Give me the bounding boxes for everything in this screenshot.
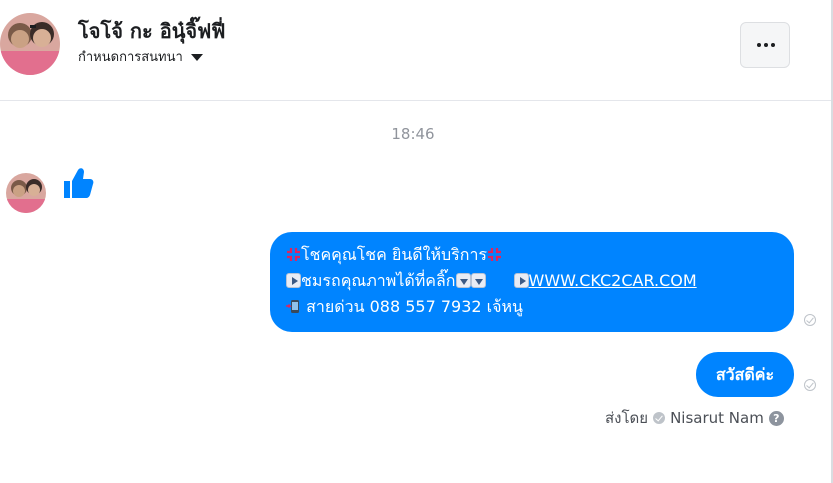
down-arrow-icon [470,273,486,288]
sent-by-info: ส่งโดย Nisarut Nam ? [605,406,784,430]
contact-name[interactable]: โจโจ้ กะ อินุ๋จิ๊ฟฟี่ [78,15,225,47]
message-line-1: โชคคุณโชค ยินดีให้บริการ [286,242,778,268]
mobile-phone-icon [286,296,301,313]
sent-message-bubble-greeting[interactable]: สวัสดีค่ะ [696,352,794,397]
message-line-3-text: สายด่วน 088 557 7932 เจ้หนู [301,297,523,316]
conversation-settings[interactable]: กำหนดการสนทนา [78,46,203,67]
sender-name: Nisarut Nam [670,409,764,427]
delivered-check-icon [804,379,816,391]
anger-symbol-icon [487,244,502,261]
contact-avatar-small[interactable] [6,173,46,213]
caret-down-icon [190,54,203,61]
website-link[interactable]: WWW.CKC2CAR.COM [529,271,697,290]
play-button-icon [513,273,529,288]
message-line-1-text: โชคคุณโชค ยินดีให้บริการ [301,245,488,264]
thumbs-up-icon [62,166,94,200]
sent-message-bubble[interactable]: โชคคุณโชค ยินดีให้บริการ ชมรถคุณภาพได้ที… [270,232,794,332]
contact-avatar[interactable] [0,13,60,75]
message-line-2-text: ชมรถคุณภาพได้ที่คลิ๊ก [301,271,456,290]
conversation-header: โจโจ้ กะ อินุ๋จิ๊ฟฟี่ กำหนดการสนทนา [0,0,831,101]
down-arrow-icon [455,273,471,288]
help-icon[interactable]: ? [768,410,784,426]
sent-by-label: ส่งโดย [605,409,649,427]
message-timestamp: 18:46 [391,125,435,143]
message-line-2: ชมรถคุณภาพได้ที่คลิ๊ก WWW.CKC2CAR.COM [286,268,778,294]
check-circle-icon [653,412,666,424]
more-options-button[interactable] [740,22,790,68]
more-icon [757,43,775,47]
anger-symbol-icon [286,244,301,261]
delivered-check-icon [804,314,816,326]
conversation-settings-label: กำหนดการสนทนา [78,50,183,65]
play-button-icon [286,273,301,288]
message-line-3: สายด่วน 088 557 7932 เจ้หนู [286,294,778,320]
